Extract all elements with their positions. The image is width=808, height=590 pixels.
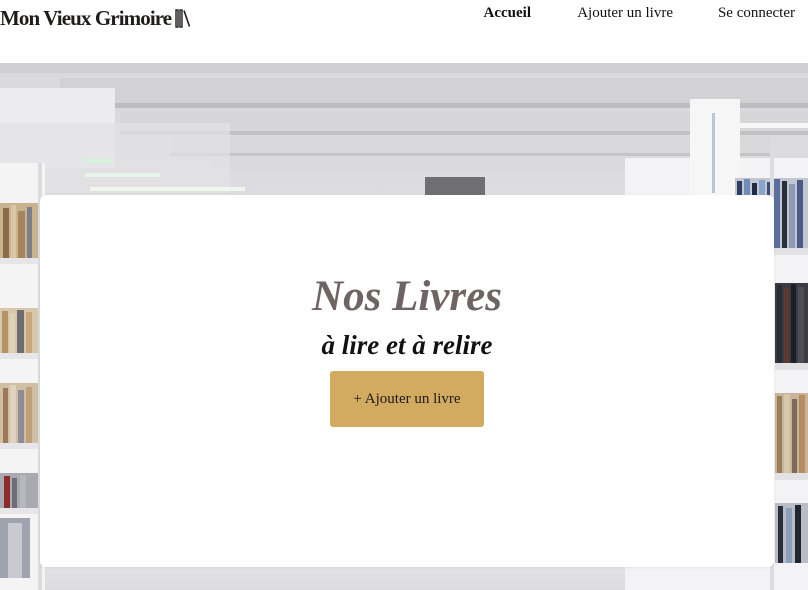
nav-item-ajouter-livre[interactable]: Ajouter un livre	[577, 5, 673, 22]
add-book-button[interactable]: + Ajouter un livre	[330, 371, 484, 427]
page-title: Nos Livres	[312, 273, 502, 320]
site-logo[interactable]: Mon Vieux Grimoire	[0, 5, 191, 31]
nav-item-accueil[interactable]: Accueil	[484, 5, 531, 22]
logo-text: Mon Vieux Grimoire	[0, 5, 172, 30]
hero-card: Nos Livres à lire et à relire + Ajouter …	[40, 195, 774, 567]
books-icon	[175, 8, 191, 28]
site-header: Mon Vieux Grimoire Accueil Ajouter un li…	[0, 0, 808, 63]
nav-item-se-connecter[interactable]: Se connecter	[718, 5, 795, 22]
page-subtitle: à lire et à relire	[321, 330, 493, 360]
page: Mon Vieux Grimoire Accueil Ajouter un li…	[0, 0, 808, 590]
